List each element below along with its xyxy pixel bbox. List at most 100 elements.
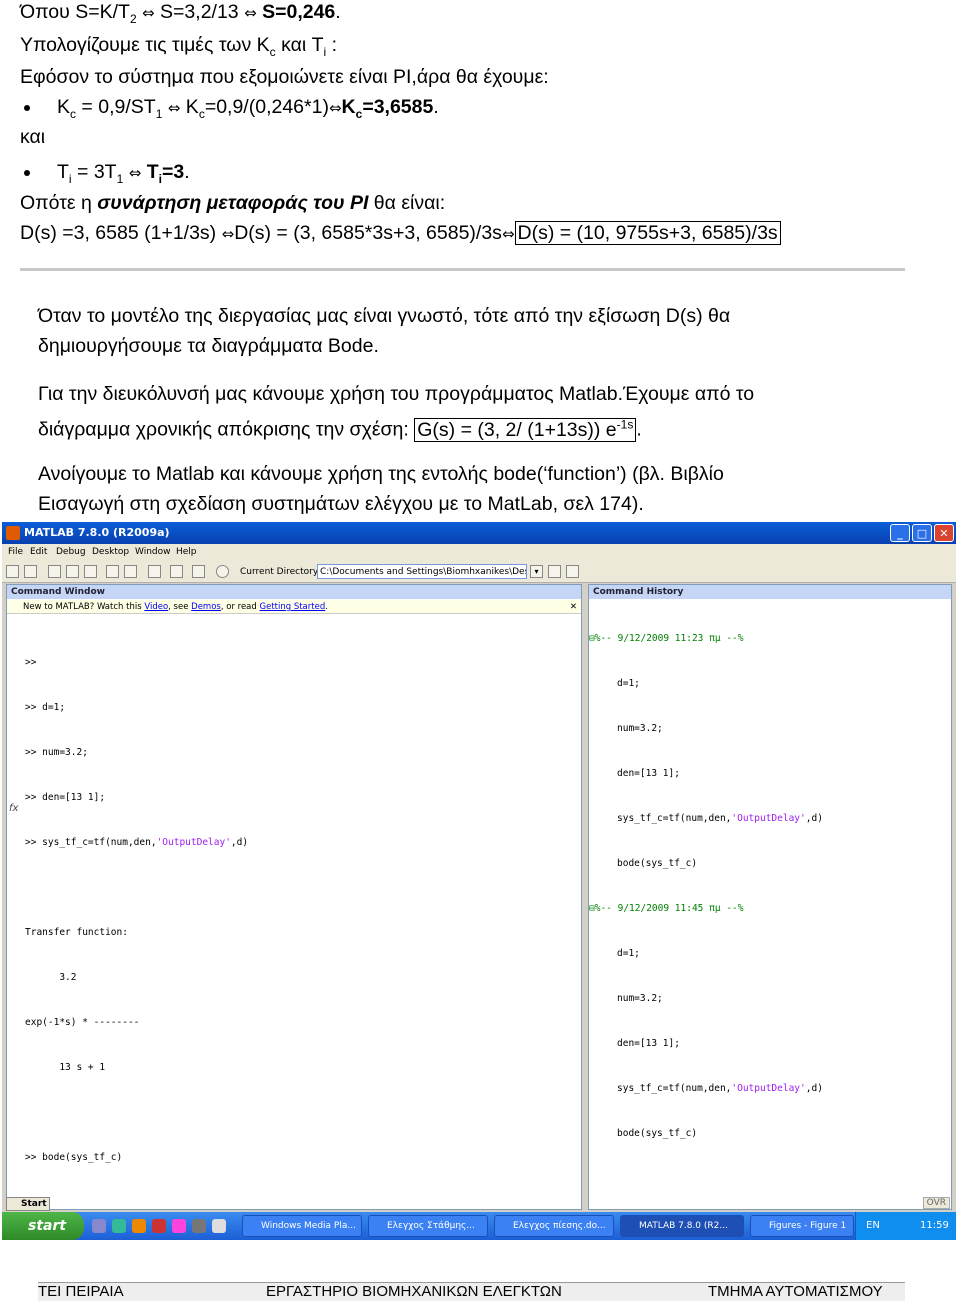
paragraph-1-line-2: δημιουργήσουμε τα διαγράμματα Bode.: [38, 335, 379, 357]
divider: [20, 268, 905, 271]
command-history[interactable]: Command History ⊟%-- 9/12/2009 11:23 πμ …: [588, 584, 952, 1210]
page-footer: ΤΕΙ ΠΕΙΡΑΙΑ ΕΡΓΑΣΤΗΡΙΟ ΒΙΟΜΗΧΑΝΙΚΩΝ ΕΛΕΓ…: [38, 1282, 905, 1301]
task-doc-1[interactable]: Ελεγχος Στάθμης...: [368, 1215, 488, 1237]
up-folder-icon[interactable]: [566, 565, 579, 578]
equivalence-arrow-icon: ⇔: [142, 4, 155, 22]
history-separator[interactable]: ⊟%-- 9/12/2009 11:23 πμ --%: [589, 631, 951, 646]
firefox-icon[interactable]: [132, 1219, 146, 1233]
paste-icon[interactable]: [84, 565, 97, 578]
history-item[interactable]: num=3.2;: [589, 991, 951, 1006]
equivalence-arrow-icon: ⇔: [221, 225, 235, 243]
media-icon[interactable]: [152, 1219, 166, 1233]
history-item[interactable]: d=1;: [589, 676, 951, 691]
menu-help[interactable]: Help: [176, 547, 197, 557]
history-item[interactable]: num=3.2;: [589, 721, 951, 736]
chevron-down-icon[interactable]: ▾: [530, 565, 543, 578]
quicklaunch-icon[interactable]: [172, 1219, 186, 1233]
footer-left: ΤΕΙ ΠΕΙΡΑΙΑ: [38, 1283, 124, 1300]
matlab-start-button[interactable]: Start: [6, 1197, 50, 1211]
matlab-logo-icon: [6, 526, 20, 540]
browse-folder-icon[interactable]: [548, 565, 561, 578]
getting-started-link[interactable]: Getting Started: [260, 602, 326, 612]
copy-icon[interactable]: [66, 565, 79, 578]
command-window[interactable]: Command Window New to MATLAB? Watch this…: [6, 584, 582, 1210]
command-history-title: Command History: [589, 585, 951, 599]
maximize-icon[interactable]: □: [912, 524, 932, 542]
windows-taskbar: start Windows Media Pla... Ελεγχος Στάθμ…: [2, 1212, 956, 1240]
open-file-icon[interactable]: [24, 565, 37, 578]
history-item[interactable]: den=[13 1];: [589, 1036, 951, 1051]
system-tray: EN 11:59: [855, 1212, 956, 1240]
new-to-matlab-bar: New to MATLAB? Watch this Video, see Dem…: [7, 600, 581, 614]
ti-bullet: Ti = 3T1 ⇔ Ti=3.: [57, 161, 190, 186]
paragraph-2-line-1: Για την διευκόλυνσή μας κάνουμε χρήση το…: [38, 383, 755, 405]
matlab-titlebar[interactable]: MATLAB 7.8.0 (R2009a) _ □ ✕: [2, 522, 956, 544]
bullet-icon: [24, 170, 30, 176]
task-doc-2[interactable]: Ελεγχος πίεσης.do...: [494, 1215, 614, 1237]
ovr-indicator: OVR: [922, 1197, 950, 1209]
gs-equation: G(s) = (3, 2/ (1+13s)) e-1s: [414, 417, 637, 442]
simulink-icon[interactable]: [148, 565, 161, 578]
history-item[interactable]: sys_tf_c=tf(num,den,'OutputDelay',d): [589, 811, 951, 826]
history-list: ⊟%-- 9/12/2009 11:23 πμ --% d=1; num=3.2…: [589, 601, 951, 1171]
close-icon[interactable]: ✕: [934, 524, 954, 542]
transfer-function-intro: Οπότε η συνάρτηση μεταφοράς του PI θα εί…: [20, 192, 446, 214]
fx-icon[interactable]: fx: [9, 803, 18, 814]
paragraph-3-line-2: Εισαγωγή στη σχεδίαση συστημάτων ελέγχου…: [38, 493, 644, 515]
guide-icon[interactable]: [170, 565, 183, 578]
quicklaunch-icon[interactable]: [192, 1219, 206, 1233]
paragraph-3-line-1: Ανοίγουμε το Matlab και κάνουμε χρήση τη…: [38, 463, 724, 485]
compute-line: Υπολογίζουμε τις τιμές των Kc και Ti :: [20, 34, 338, 59]
menu-debug[interactable]: Debug: [56, 547, 86, 557]
history-separator[interactable]: ⊟%-- 9/12/2009 11:45 πμ --%: [589, 901, 951, 916]
menu-desktop[interactable]: Desktop: [92, 547, 129, 557]
kai-line: και: [20, 126, 46, 148]
equivalence-arrow-icon: ⇔: [501, 225, 515, 243]
task-matlab[interactable]: MATLAB 7.8.0 (R2...: [620, 1215, 744, 1237]
menu-window[interactable]: Window: [135, 547, 171, 557]
bullet-icon: [24, 105, 30, 111]
menu-file[interactable]: File: [8, 547, 23, 557]
history-item[interactable]: den=[13 1];: [589, 766, 951, 781]
paragraph-1-line-1: Όταν το μοντέλο της διεργασίας μας είναι…: [38, 305, 731, 327]
quicklaunch-icon[interactable]: [212, 1219, 226, 1233]
profiler-icon[interactable]: [192, 565, 205, 578]
video-link[interactable]: Video: [144, 602, 168, 612]
demos-link[interactable]: Demos: [191, 602, 221, 612]
redo-icon[interactable]: [124, 565, 137, 578]
command-window-title: Command Window: [7, 585, 581, 599]
cut-icon[interactable]: [48, 565, 61, 578]
equivalence-arrow-icon: ⇔: [167, 99, 181, 117]
equivalence-arrow-icon: ⇔: [244, 4, 257, 22]
menu-edit[interactable]: Edit: [30, 547, 47, 557]
ds-equation: D(s) =3, 6585 (1+1/3s) ⇔D(s) = (3, 6585*…: [20, 221, 781, 246]
history-item[interactable]: sys_tf_c=tf(num,den,'OutputDelay',d): [589, 1081, 951, 1096]
close-icon[interactable]: ✕: [570, 600, 577, 614]
new-file-icon[interactable]: [6, 565, 19, 578]
equivalence-arrow-icon: ⇔: [328, 99, 342, 117]
task-figures[interactable]: Figures - Figure 1: [750, 1215, 854, 1237]
menu-bar: File Edit Debug Desktop Window Help: [2, 544, 956, 562]
desktop-icon[interactable]: [92, 1219, 106, 1233]
language-indicator[interactable]: EN: [866, 1220, 880, 1231]
start-button[interactable]: start: [2, 1212, 84, 1240]
toolbar: Current Directory: C:\Documents and Sett…: [2, 562, 956, 583]
pi-system-line: Εφόσον το σύστημα που εξομοιώνετε είναι …: [20, 66, 549, 88]
minimize-icon[interactable]: _: [890, 524, 910, 542]
footer-right: ΤΜΗΜΑ ΑΥΤΟΜΑΤΙΣΜΟΥ: [708, 1283, 883, 1300]
undo-icon[interactable]: [106, 565, 119, 578]
s-value-line: Όπου S=K/T2 ⇔ S=3,2/13 ⇔ S=0,246.: [20, 1, 341, 26]
current-directory-input[interactable]: C:\Documents and Settings\Biomhxanikes\D…: [317, 564, 527, 579]
browser-icon[interactable]: [112, 1219, 126, 1233]
history-item[interactable]: bode(sys_tf_c): [589, 1126, 951, 1141]
footer-center: ΕΡΓΑΣΤΗΡΙΟ ΒΙΟΜΗΧΑΝΙΚΩΝ ΕΛΕΓΚΤΩΝ: [266, 1283, 562, 1300]
history-item[interactable]: d=1;: [589, 946, 951, 961]
help-icon[interactable]: [216, 565, 229, 578]
matlab-window: MATLAB 7.8.0 (R2009a) _ □ ✕ File Edit De…: [2, 522, 956, 1240]
kc-bullet: Kc = 0,9/ST1 ⇔ Kc=0,9/(0,246*1)⇔Kc=3,658…: [57, 96, 439, 121]
task-media-player[interactable]: Windows Media Pla...: [242, 1215, 362, 1237]
clock: 11:59: [920, 1220, 949, 1231]
paragraph-2-line-2: διάγραμμα χρονικής απόκρισης την σχέση: …: [38, 417, 642, 442]
equivalence-arrow-icon: ⇔: [128, 164, 142, 182]
history-item[interactable]: bode(sys_tf_c): [589, 856, 951, 871]
